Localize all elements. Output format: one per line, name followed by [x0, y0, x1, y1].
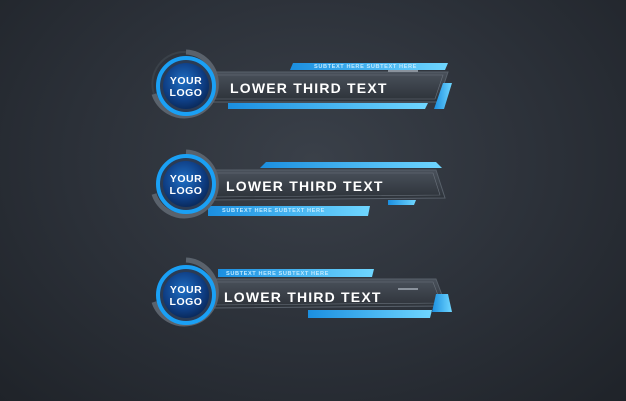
logo-line1: YOUR	[169, 173, 203, 185]
main-text: LOWER THIRD TEXT	[224, 289, 382, 305]
bottom-accent-bar	[228, 103, 428, 109]
lower-third-3: YOUR LOGO LOWER THIRD TEXT SUBTEXT HERE …	[148, 257, 458, 328]
sub-text: SUBTEXT HERE SUBTEXT HERE	[314, 63, 417, 70]
logo-text: YOUR LOGO	[164, 75, 208, 99]
logo-line2: LOGO	[169, 185, 203, 197]
logo-line2: LOGO	[169, 87, 203, 99]
lower-third-2: YOUR LOGO LOWER THIRD TEXT SUBTEXT HERE …	[148, 149, 458, 220]
main-text: LOWER THIRD TEXT	[226, 178, 384, 194]
sub-text: SUBTEXT HERE SUBTEXT HERE	[226, 271, 329, 277]
main-text: LOWER THIRD TEXT	[230, 80, 388, 96]
top-accent-strip	[260, 162, 442, 168]
bottom-accent-bar	[308, 310, 432, 318]
logo-line2: LOGO	[169, 296, 203, 308]
lower-third-1: YOUR LOGO LOWER THIRD TEXT SUBTEXT HERE …	[148, 49, 458, 120]
sub-text: SUBTEXT HERE SUBTEXT HERE	[222, 208, 325, 214]
logo-text: YOUR LOGO	[164, 173, 208, 197]
logo-line1: YOUR	[169, 75, 203, 87]
logo-line1: YOUR	[169, 284, 203, 296]
logo-text: YOUR LOGO	[164, 284, 208, 308]
